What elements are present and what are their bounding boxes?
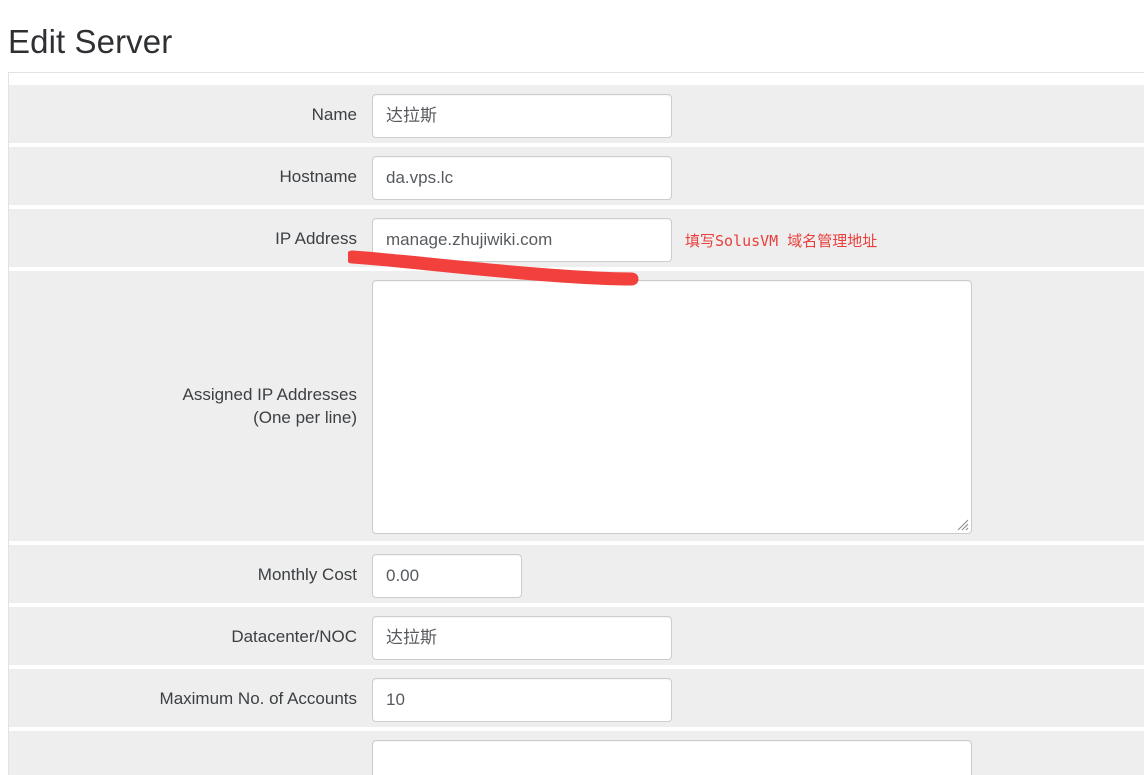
input-name-value: 达拉斯 — [386, 106, 437, 125]
label-hostname: Hostname — [279, 167, 357, 186]
label-datacenter-noc: Datacenter/NOC — [231, 627, 357, 646]
textarea-assigned-ip-addresses[interactable] — [372, 280, 972, 534]
form-row-assigned-ip-addresses: Assigned IP Addresses (One per line) — [9, 271, 1144, 541]
form-row-datacenter-noc: Datacenter/NOC 达拉斯 — [9, 607, 1144, 665]
input-ip-address-value: manage.zhujiwiki.com — [386, 230, 553, 249]
label-monthly-cost: Monthly Cost — [257, 565, 357, 584]
form-row-maximum-no-of-accounts: Maximum No. of Accounts 10 — [9, 669, 1144, 727]
input-ip-address[interactable]: manage.zhujiwiki.com — [372, 218, 672, 262]
label-name: Name — [311, 105, 357, 124]
resize-handle-icon[interactable] — [955, 517, 969, 531]
label-assigned-ip-addresses-line2: (One per line) — [253, 408, 357, 427]
input-hostname-value: da.vps.lc — [386, 168, 454, 187]
form-row-notes — [9, 731, 1144, 775]
label-assigned-ip-addresses-line1: Assigned IP Addresses — [182, 385, 357, 404]
input-hostname[interactable]: da.vps.lc — [372, 156, 672, 200]
page-title: Edit Server — [8, 23, 173, 60]
input-maximum-no-of-accounts[interactable]: 10 — [372, 678, 672, 722]
form-row-hostname: Hostname da.vps.lc — [9, 147, 1144, 205]
input-monthly-cost[interactable]: 0.00 — [372, 554, 522, 598]
form-row-ip-address: IP Address manage.zhujiwiki.com 填写SolusV… — [9, 209, 1144, 267]
input-datacenter-noc[interactable]: 达拉斯 — [372, 616, 672, 660]
form-row-monthly-cost: Monthly Cost 0.00 — [9, 545, 1144, 603]
edit-server-form-panel: Name 达拉斯 Hostname da.vps.lc IP Address m… — [8, 72, 1144, 775]
input-maximum-no-of-accounts-value: 10 — [386, 690, 405, 709]
form-row-name: Name 达拉斯 — [9, 85, 1144, 143]
annotation-ip-address-note: 填写SolusVM 域名管理地址 — [685, 232, 878, 250]
label-assigned-ip-addresses: Assigned IP Addresses (One per line) — [9, 383, 357, 429]
textarea-notes[interactable] — [372, 740, 972, 775]
label-ip-address: IP Address — [275, 229, 357, 248]
input-datacenter-noc-value: 达拉斯 — [386, 628, 437, 647]
label-maximum-no-of-accounts: Maximum No. of Accounts — [159, 689, 357, 708]
input-name[interactable]: 达拉斯 — [372, 94, 672, 138]
input-monthly-cost-value: 0.00 — [386, 566, 420, 585]
